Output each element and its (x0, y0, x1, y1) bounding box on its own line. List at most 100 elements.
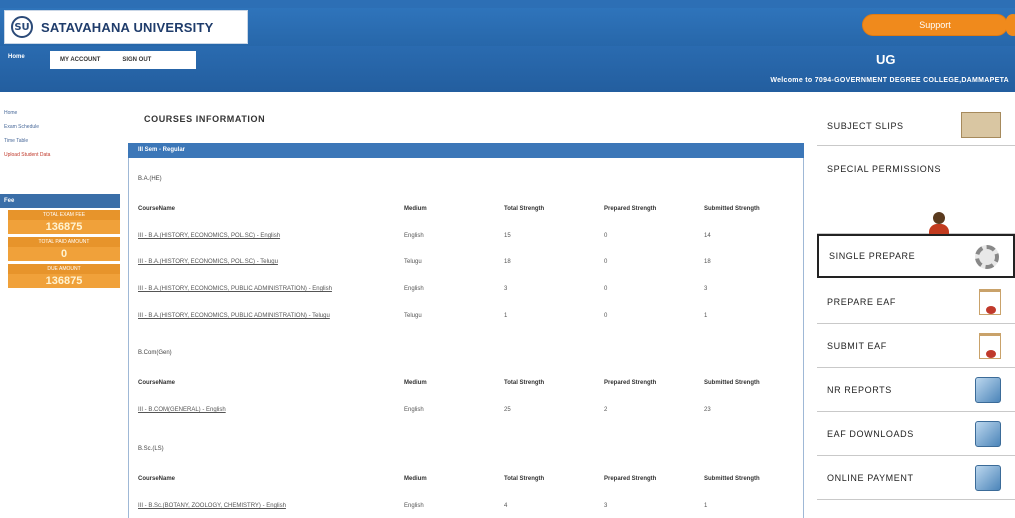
prepared-strength-cell: 3 (604, 503, 608, 509)
support-button[interactable]: Support (862, 14, 1008, 36)
panel-header: III Sem - Regular (128, 143, 804, 158)
submitted-strength-cell: 18 (704, 259, 711, 265)
group-label: B.A.(HE) (138, 176, 162, 182)
university-logo[interactable]: SU SATAVAHANA UNIVERSITY (4, 10, 248, 44)
program-label: UG (876, 52, 896, 67)
account-menu: MY ACCOUNT SIGN OUT (50, 51, 196, 69)
group-label: B.Sc.(LS) (138, 446, 164, 452)
stat-value: 136875 (45, 221, 83, 233)
total-strength-cell: 18 (504, 259, 511, 265)
my-account-link[interactable]: MY ACCOUNT (60, 57, 100, 63)
courses-panel (128, 143, 804, 518)
sign-out-link[interactable]: SIGN OUT (122, 57, 151, 63)
menu-label: EAF DOWNLOADS (827, 428, 914, 439)
total-strength-cell: 3 (504, 286, 508, 292)
person-head (933, 212, 946, 224)
sidebar-link-upload[interactable]: Upload Student Data (0, 148, 120, 162)
sidebar-link-home[interactable]: Home (0, 106, 120, 120)
medium-cell: Telugu (404, 313, 422, 319)
total-strength-cell: 4 (504, 503, 508, 509)
sidebar-links: Home Exam Schedule Time Table Upload Stu… (0, 106, 120, 162)
table-header-row: CourseName Medium Total Strength Prepare… (138, 476, 798, 488)
stat-label: DUE AMOUNT (8, 264, 120, 274)
column-header: Total Strength (504, 476, 545, 482)
table-row: III - B.A.(HISTORY, ECONOMICS, PUBLIC AD… (138, 286, 798, 298)
cube-icon (975, 465, 1001, 491)
stat-label: TOTAL EXAM FEE (8, 210, 120, 220)
stat-due-amount: DUE AMOUNT 136875 (8, 264, 120, 288)
sidebar-link-time-table[interactable]: Time Table (0, 134, 120, 148)
menu-label: PREPARE EAF (827, 296, 896, 307)
home-link[interactable]: Home (8, 54, 25, 60)
course-link[interactable]: III - B.A.(HISTORY, ECONOMICS, PUBLIC AD… (138, 313, 330, 319)
table-header-row: CourseName Medium Total Strength Prepare… (138, 380, 798, 392)
course-link[interactable]: III - B.A.(HISTORY, ECONOMICS, POL.SC) -… (138, 259, 278, 265)
table-row: III - B.A.(HISTORY, ECONOMICS, POL.SC) -… (138, 233, 798, 245)
university-name: SATAVAHANA UNIVERSITY (41, 19, 214, 35)
column-header: CourseName (138, 380, 176, 386)
document-icon (979, 289, 1001, 315)
submitted-strength-cell: 14 (704, 233, 711, 239)
table-row: III - B.COM(GENERAL) - English English 2… (138, 407, 798, 419)
submitted-strength-cell: 23 (704, 407, 711, 413)
group-label: B.Com(Gen) (138, 350, 172, 356)
column-header: Prepared Strength (604, 206, 657, 212)
page-title: COURSES INFORMATION (144, 114, 266, 124)
menu-submit-eaf[interactable]: SUBMIT EAF (817, 324, 1015, 368)
sidebar-link-exam-schedule[interactable]: Exam Schedule (0, 120, 120, 134)
menu-label: SINGLE PREPARE (829, 251, 916, 261)
column-header: Medium (404, 206, 427, 212)
medium-cell: English (404, 503, 424, 509)
course-link[interactable]: III - B.COM(GENERAL) - English (138, 407, 226, 413)
support-edge (1006, 14, 1015, 36)
course-link[interactable]: III - B.A.(HISTORY, ECONOMICS, PUBLIC AD… (138, 286, 332, 292)
submitted-strength-cell: 1 (704, 313, 708, 319)
table-row: III - B.Sc.(BOTANY, ZOOLOGY, CHEMISTRY) … (138, 503, 798, 515)
cube-icon (975, 377, 1001, 403)
menu-label: SUBMIT EAF (827, 340, 887, 351)
column-header: Prepared Strength (604, 380, 657, 386)
column-header: Submitted Strength (704, 380, 760, 386)
menu-single-prepare[interactable]: SINGLE PREPARE (817, 234, 1015, 278)
cube-icon (975, 421, 1001, 447)
stat-value: 0 (60, 248, 68, 260)
submitted-strength-cell: 1 (704, 503, 708, 509)
menu-label: SUBJECT SLIPS (827, 120, 904, 131)
column-header: Prepared Strength (604, 476, 657, 482)
table-header-row: CourseName Medium Total Strength Prepare… (138, 206, 798, 218)
column-header: Submitted Strength (704, 206, 760, 212)
table-row: III - B.A.(HISTORY, ECONOMICS, PUBLIC AD… (138, 313, 798, 325)
stat-label: TOTAL PAID AMOUNT (8, 237, 120, 247)
menu-label: ONLINE PAYMENT (827, 472, 914, 483)
menu-prepare-eaf[interactable]: PREPARE EAF (817, 280, 1015, 324)
column-header: Total Strength (504, 206, 545, 212)
column-header: CourseName (138, 476, 176, 482)
column-header: Submitted Strength (704, 476, 760, 482)
menu-subject-slips[interactable]: SUBJECT SLIPS (817, 106, 1015, 146)
welcome-message: Welcome to 7094-GOVERNMENT DEGREE COLLEG… (770, 77, 1009, 84)
university-emblem-icon: SU (11, 16, 33, 38)
stat-value: 136875 (45, 275, 83, 287)
prepared-strength-cell: 0 (604, 233, 608, 239)
total-strength-cell: 25 (504, 407, 511, 413)
menu-eaf-downloads[interactable]: EAF DOWNLOADS (817, 412, 1015, 456)
menu-online-payment[interactable]: ONLINE PAYMENT (817, 456, 1015, 500)
column-header: Total Strength (504, 380, 545, 386)
menu-nr-reports[interactable]: NR REPORTS (817, 368, 1015, 412)
column-header: Medium (404, 380, 427, 386)
column-header: CourseName (138, 206, 176, 212)
fee-section-header: Fee (0, 194, 120, 208)
document-icon (979, 333, 1001, 359)
medium-cell: English (404, 407, 424, 413)
gear-icon (975, 245, 999, 269)
medium-cell: English (404, 233, 424, 239)
submitted-strength-cell: 3 (704, 286, 708, 292)
medium-cell: English (404, 286, 424, 292)
prepared-strength-cell: 2 (604, 407, 608, 413)
course-link[interactable]: III - B.Sc.(BOTANY, ZOOLOGY, CHEMISTRY) … (138, 503, 286, 509)
menu-special-permissions[interactable]: SPECIAL PERMISSIONS (817, 146, 1015, 238)
prepared-strength-cell: 0 (604, 313, 608, 319)
column-header: Medium (404, 476, 427, 482)
medium-cell: Telugu (404, 259, 422, 265)
course-link[interactable]: III - B.A.(HISTORY, ECONOMICS, POL.SC) -… (138, 233, 280, 239)
